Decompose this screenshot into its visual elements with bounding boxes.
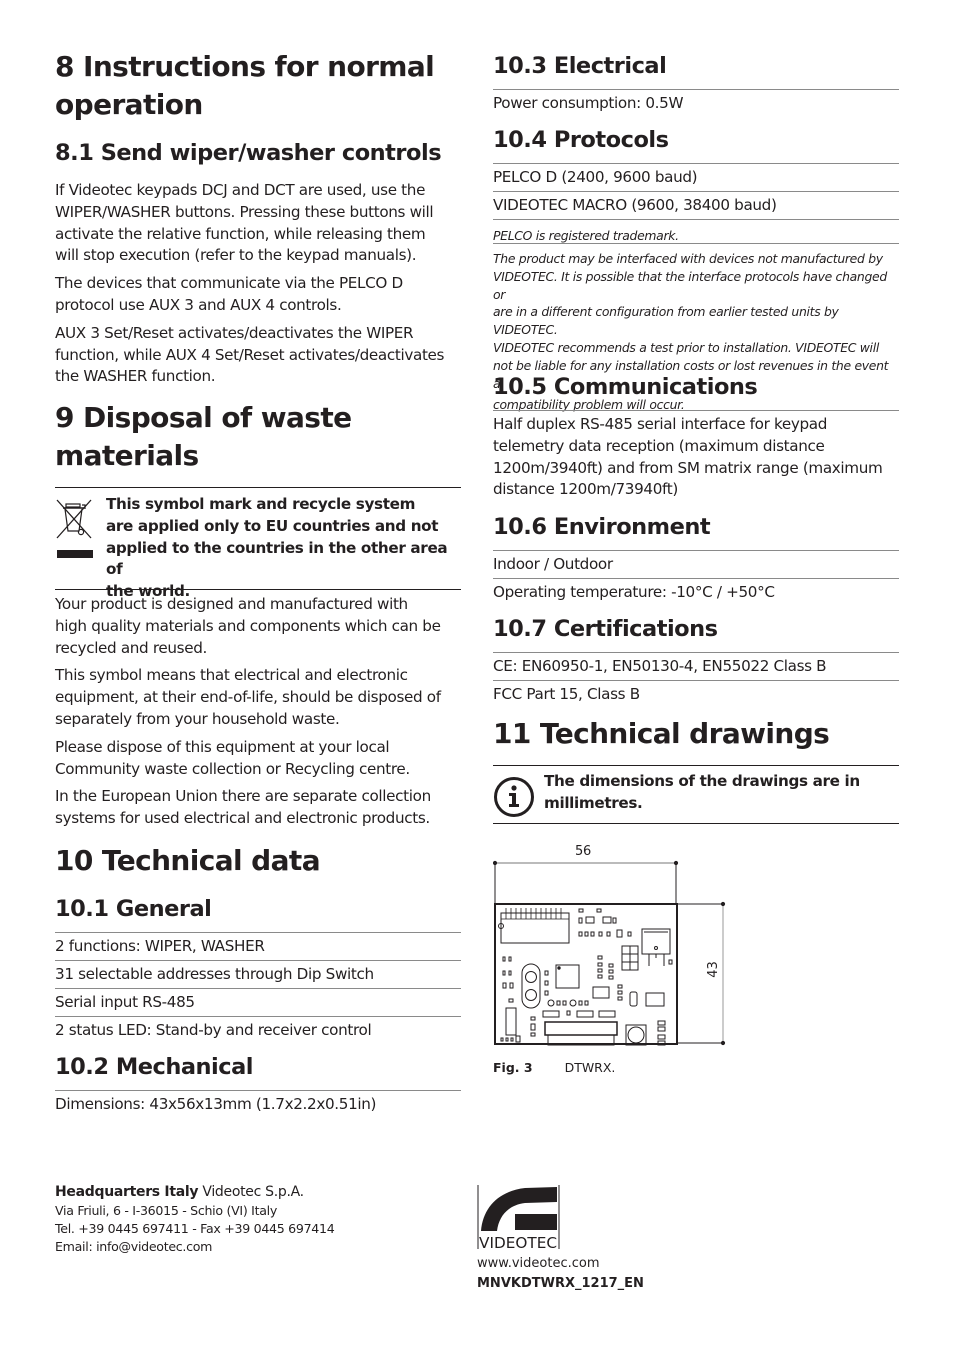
paragraph: Your product is designed and manufacture…	[55, 595, 441, 657]
section-8-1-title: 8.1 Send wiper/washer controls	[55, 140, 442, 166]
hq-line: Headquarters Italy Videotec S.p.A.	[55, 1184, 304, 1200]
paragraph: Please dispose of this equipment at your…	[55, 737, 410, 778]
section-10-5-title: 10.5 Communications	[493, 374, 758, 400]
spec-row: CE: EN60950-1, EN50130-4, EN55022 Class …	[493, 652, 899, 680]
paragraph: Half duplex RS-485 serial interface for …	[493, 415, 883, 499]
title-line: operation	[55, 88, 203, 121]
website-link[interactable]: www.videotec.com	[477, 1254, 599, 1273]
spec-row: PELCO D (2400, 9600 baud)	[493, 163, 899, 191]
spec-row: Serial input RS-485	[55, 988, 461, 1016]
pcb-technical-drawing: 56 43	[493, 838, 733, 1053]
communications-spec: Half duplex RS-485 serial interface for …	[493, 410, 899, 501]
section-10-6-title: 10.6 Environment	[493, 514, 711, 540]
spec-row: Dimensions: 43x56x13mm (1.7x2.2x0.51in)	[55, 1090, 461, 1118]
section-10-7-title: 10.7 Certifications	[493, 616, 718, 642]
environment-spec-table: Indoor / Outdoor Operating temperature: …	[493, 550, 899, 606]
electrical-spec-table: Power consumption: 0.5W	[493, 89, 899, 117]
phone-fax: Tel. +39 0445 697411 - Fax +39 0445 6974…	[55, 1221, 335, 1236]
dimensions-notice: The dimensions of the drawings are in mil…	[493, 765, 899, 824]
info-icon	[493, 776, 535, 818]
svg-text:VIDEOTEC: VIDEOTEC	[479, 1234, 557, 1251]
section-10-3-title: 10.3 Electrical	[493, 53, 667, 79]
section-9-body: Your product is designed and manufacture…	[55, 594, 475, 830]
paragraph: The devices that communicate via the PEL…	[55, 274, 403, 314]
figure-title: DTWRX.	[564, 1060, 616, 1075]
paragraph: AUX 3 Set/Reset activates/deactivates th…	[55, 323, 445, 386]
paragraph: This symbol means that electrical and el…	[55, 666, 441, 728]
section-10-title: 10 Technical data	[55, 844, 321, 877]
spec-row: 2 functions: WIPER, WASHER	[55, 932, 461, 960]
section-11-title: 11 Technical drawings	[493, 717, 830, 750]
section-9-title: 9 Disposal of waste materials	[55, 401, 352, 472]
figure-number: Fig. 3	[493, 1060, 533, 1075]
spec-row: VIDEOTEC MACRO (9600, 38400 baud)	[493, 191, 899, 219]
section-8-1-body: If Videotec keypads DCJ and DCT are used…	[55, 180, 475, 388]
trademark-note: PELCO is registered trademark.	[493, 219, 899, 243]
videotec-logo: VIDEOTEC	[477, 1185, 561, 1252]
paragraph: In the European Union there are separate…	[55, 787, 431, 828]
footer-contact: Headquarters Italy Videotec S.p.A. Via F…	[55, 1183, 395, 1256]
section-10-2-title: 10.2 Mechanical	[55, 1054, 254, 1080]
section-10-1-title: 10.1 General	[55, 896, 212, 922]
weee-crossed-bin-icon	[55, 498, 95, 560]
spec-row: 31 selectable addresses through Dip Swit…	[55, 960, 461, 988]
mechanical-spec-table: Dimensions: 43x56x13mm (1.7x2.2x0.51in)	[55, 1090, 461, 1118]
spec-row: FCC Part 15, Class B	[493, 680, 899, 708]
dimensions-notice-text: The dimensions of the drawings are in mil…	[544, 772, 860, 812]
spec-row: 2 status LED: Stand-by and receiver cont…	[55, 1016, 461, 1044]
general-spec-table: 2 functions: WIPER, WASHER 31 selectable…	[55, 932, 461, 1044]
section-8-title: 8 Instructions for normal operation	[55, 48, 435, 124]
document-code: MNVKDTWRX_1217_EN	[477, 1276, 644, 1291]
title-line: 8 Instructions for normal	[55, 50, 435, 83]
address: Via Friuli, 6 - I-36015 - Schio (VI) Ita…	[55, 1203, 277, 1218]
certifications-spec-table: CE: EN60950-1, EN50130-4, EN55022 Class …	[493, 652, 899, 708]
figure-caption: Fig. 3 DTWRX.	[493, 1060, 615, 1075]
weee-notice-text: This symbol mark and recycle system are a…	[106, 495, 448, 601]
spec-row: Power consumption: 0.5W	[493, 89, 899, 117]
spec-row: Indoor / Outdoor	[493, 550, 899, 578]
pcb-drawing-svg	[493, 860, 726, 1046]
email: Email: info@videotec.com	[55, 1239, 213, 1254]
section-10-4-title: 10.4 Protocols	[493, 127, 669, 153]
paragraph: If Videotec keypads DCJ and DCT are used…	[55, 181, 434, 265]
spec-row: Operating temperature: -10°C / +50°C	[493, 578, 899, 606]
weee-notice: This symbol mark and recycle system are a…	[55, 487, 461, 600]
